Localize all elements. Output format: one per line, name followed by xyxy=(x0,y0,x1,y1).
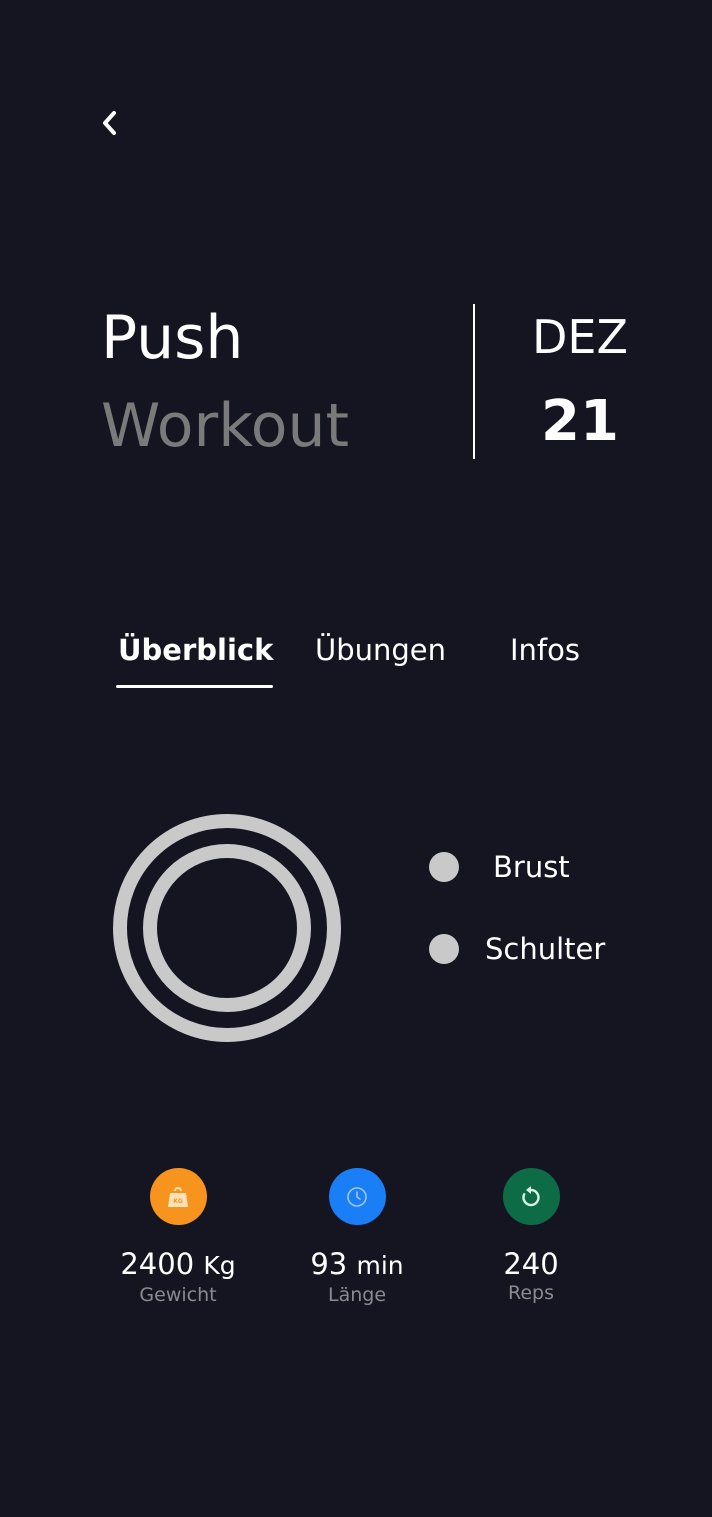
chevron-left-icon xyxy=(103,111,116,135)
stat-weight-label: Gewicht xyxy=(139,1284,217,1306)
muscle-ring-chart xyxy=(113,814,341,1042)
clock-icon xyxy=(328,1168,386,1225)
legend-label-shoulder: Schulter xyxy=(485,932,606,966)
weight-icon: KG xyxy=(149,1168,207,1225)
stat-reps-label: Reps xyxy=(508,1282,554,1304)
ring-inner xyxy=(143,844,311,1012)
header-divider xyxy=(473,304,475,459)
stat-weight: KG 2400 Kg Gewicht xyxy=(88,1168,268,1307)
workout-subtitle: Workout xyxy=(101,391,350,461)
stat-weight-unit: Kg xyxy=(203,1251,236,1280)
tab-infos[interactable]: Infos xyxy=(510,630,580,670)
active-tab-indicator xyxy=(116,685,273,688)
stat-duration-value: 93 xyxy=(310,1247,348,1281)
legend-dot-shoulder xyxy=(429,934,459,964)
tab-exercises[interactable]: Übungen xyxy=(315,630,446,670)
date-month: DEZ xyxy=(532,310,628,364)
stat-weight-value: 2400 xyxy=(120,1247,195,1281)
stat-duration: 93 min Länge xyxy=(267,1168,447,1307)
back-button[interactable] xyxy=(94,104,126,142)
legend-label-chest: Brust xyxy=(493,850,570,884)
repeat-icon xyxy=(502,1168,560,1225)
stat-duration-unit: min xyxy=(356,1251,404,1280)
stat-duration-label: Länge xyxy=(327,1284,387,1306)
legend-dot-chest xyxy=(429,852,459,882)
stat-reps: 240 Reps xyxy=(441,1168,621,1305)
date-day: 21 xyxy=(541,389,619,454)
svg-text:KG: KG xyxy=(173,1198,183,1205)
stat-reps-value: 240 xyxy=(503,1247,559,1281)
workout-title: Push xyxy=(101,303,244,373)
tab-overview[interactable]: Überblick xyxy=(118,630,273,670)
